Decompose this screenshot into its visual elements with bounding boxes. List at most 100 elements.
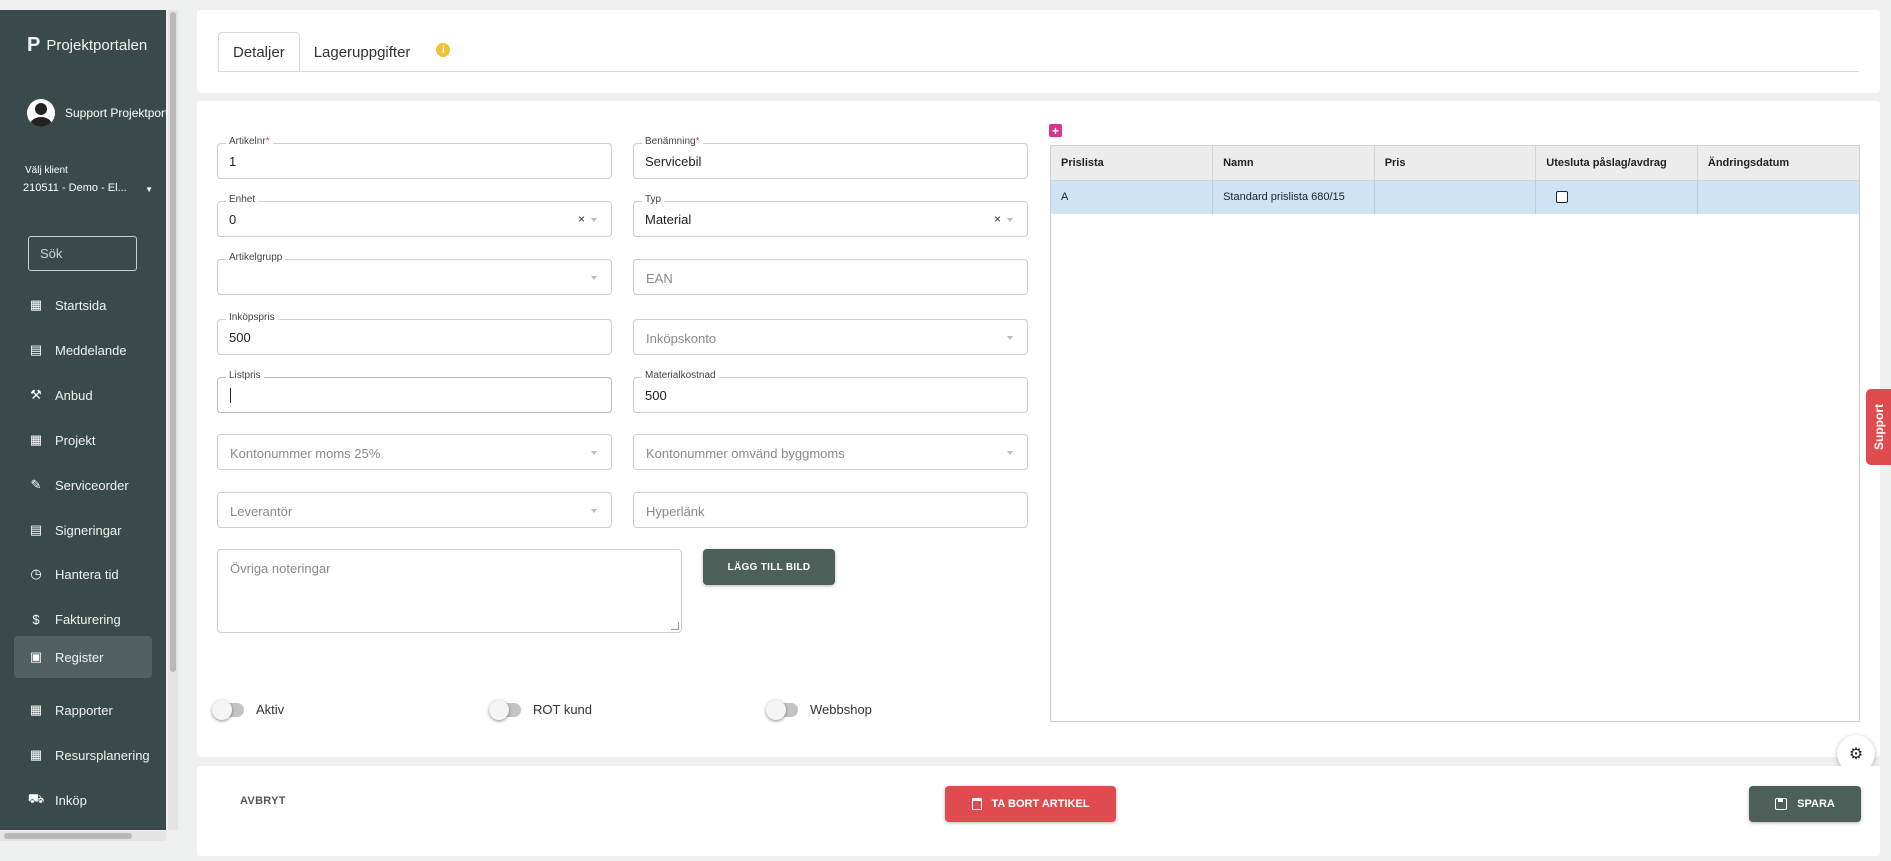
exclude-checkbox[interactable]	[1556, 191, 1569, 204]
purchase-price-field[interactable]: Inköpspris 500	[217, 312, 612, 355]
client-select-value: 210511 - Demo - El...	[23, 182, 127, 194]
add-image-button[interactable]: LÄGG TILL BILD	[703, 549, 835, 585]
active-toggle[interactable]: Aktiv	[212, 699, 284, 720]
tab-stock[interactable]: Lageruppgifter	[300, 32, 425, 72]
info-icon[interactable]: i	[436, 43, 451, 57]
article-group-select[interactable]: Artikelgrupp	[217, 252, 612, 295]
sidebar: P Projektportalen Support Projektportale…	[0, 10, 167, 830]
article-no-value: 1	[229, 154, 237, 169]
sidebar-item-label: Meddelande	[55, 342, 127, 358]
hyperlink-field[interactable]: Hyperlänk	[633, 492, 1028, 528]
chevron-down-icon[interactable]	[1007, 218, 1013, 222]
add-row-button[interactable]: +	[1049, 124, 1062, 137]
sidebar-item-label: Inköp	[55, 792, 87, 808]
sidebar-item-resursplanering[interactable]: ▦ Resursplanering	[14, 735, 152, 775]
project-icon: ▦	[29, 432, 43, 447]
purchase-account-select[interactable]: Inköpskonto	[633, 319, 1028, 355]
column-header-name[interactable]: Namn	[1212, 146, 1375, 181]
cell-price[interactable]	[1374, 180, 1537, 214]
search-input[interactable]: Sök	[28, 236, 137, 271]
chevron-down-icon[interactable]	[591, 509, 597, 513]
purchase-account-placeholder: Inköpskonto	[646, 331, 717, 346]
brand-logo[interactable]: P Projektportalen	[27, 35, 147, 55]
sidebar-item-serviceorder[interactable]: ✎ Serviceorder	[14, 465, 152, 505]
client-select[interactable]: 210511 - Demo - El... ▼	[23, 182, 153, 194]
price-list-grid: Prislista Namn Pris Utesluta påslag/avdr…	[1050, 145, 1860, 722]
clear-icon[interactable]: ×	[994, 212, 1001, 226]
column-header-price[interactable]: Pris	[1374, 146, 1537, 181]
reverse-vat-account-placeholder: Kontonummer omvänd byggmoms	[646, 446, 845, 461]
toggle-switch[interactable]	[489, 699, 521, 720]
sidebar-item-label: Serviceorder	[55, 477, 129, 493]
cell-name[interactable]: Standard prislista 680/15	[1212, 180, 1375, 214]
resize-handle-icon[interactable]	[671, 622, 679, 630]
brand-name: Projektportalen	[46, 36, 148, 54]
material-cost-value: 500	[645, 388, 667, 403]
sidebar-scrollbar[interactable]	[168, 10, 178, 830]
ean-placeholder: EAN	[646, 271, 673, 286]
cell-exclude[interactable]	[1535, 180, 1698, 214]
clear-icon[interactable]: ×	[578, 212, 585, 226]
toggle-switch[interactable]	[766, 699, 798, 720]
reverse-vat-account-select[interactable]: Kontonummer omvänd byggmoms	[633, 434, 1028, 470]
webshop-toggle[interactable]: Webbshop	[766, 699, 872, 720]
tab-details[interactable]: Detaljer	[218, 32, 300, 72]
chevron-down-icon[interactable]	[1007, 451, 1013, 455]
sidebar-item-inkop[interactable]: ⛟ Inköp	[14, 780, 152, 820]
support-label: Support	[1871, 404, 1886, 450]
vat-account-select[interactable]: Kontonummer moms 25%	[217, 434, 612, 470]
toggle-switch[interactable]	[212, 699, 244, 720]
chevron-down-icon[interactable]	[1007, 336, 1013, 340]
purchase-price-label: Inköpspris	[226, 312, 278, 323]
unit-label: Enhet	[226, 194, 259, 205]
sidebar-item-signeringar[interactable]: ▤ Signeringar	[14, 510, 152, 550]
table-row[interactable]: A Standard prislista 680/15	[1051, 180, 1859, 214]
chevron-down-icon[interactable]	[591, 218, 597, 222]
scrollbar-thumb[interactable]	[4, 833, 132, 839]
sidebar-item-label: Anbud	[55, 387, 93, 403]
ean-field[interactable]: EAN	[633, 259, 1028, 295]
save-button[interactable]: SPARA	[1749, 786, 1861, 822]
field-label: Benämning*	[642, 136, 703, 147]
user-profile[interactable]: Support Projektportalen	[27, 99, 167, 127]
type-select[interactable]: Typ Material ×	[633, 194, 1028, 237]
register-icon: ▣	[29, 649, 43, 664]
unit-select[interactable]: Enhet 0 ×	[217, 194, 612, 237]
list-price-field[interactable]: Listpris	[217, 370, 612, 413]
sidebar-item-label: Rapporter	[55, 702, 113, 718]
sidebar-item-register[interactable]: ▣ Register	[14, 636, 152, 678]
horizontal-scrollbar[interactable]	[0, 831, 166, 841]
required-marker: *	[265, 136, 270, 147]
sidebar-item-hantera-tid[interactable]: ◷ Hantera tid	[14, 554, 152, 594]
sidebar-item-meddelande[interactable]: ▤ Meddelande	[14, 330, 152, 370]
chevron-down-icon[interactable]	[591, 451, 597, 455]
save-icon	[1775, 798, 1788, 810]
delete-article-button[interactable]: TA BORT ARTIKEL	[945, 786, 1116, 822]
column-header-exclude[interactable]: Utesluta påslag/avdrag	[1535, 146, 1698, 181]
scrollbar-thumb[interactable]	[170, 12, 176, 672]
sidebar-item-fakturering[interactable]: $ Fakturering	[14, 599, 152, 639]
cancel-button[interactable]: AVBRYT	[240, 795, 286, 807]
sidebar-item-label: Hantera tid	[55, 566, 119, 582]
sidebar-item-startsida[interactable]: ▦ Startsida	[14, 285, 152, 325]
purchase-price-value: 500	[229, 330, 251, 345]
sidebar-item-anbud[interactable]: ⚒ Anbud	[14, 375, 152, 415]
calendar-icon: ▦	[29, 702, 43, 717]
hyperlink-placeholder: Hyperlänk	[646, 504, 705, 519]
material-cost-field[interactable]: Materialkostnad 500	[633, 370, 1028, 413]
material-cost-label: Materialkostnad	[642, 370, 719, 381]
cell-pricelist[interactable]: A	[1051, 180, 1214, 214]
column-header-changed[interactable]: Ändringsdatum	[1697, 146, 1859, 181]
supplier-select[interactable]: Leverantör	[217, 492, 612, 528]
sidebar-item-rapporter[interactable]: ▦ Rapporter	[14, 690, 152, 730]
save-label: SPARA	[1797, 798, 1835, 810]
name-field[interactable]: Benämning* Servicebil	[633, 136, 1028, 179]
chevron-down-icon[interactable]	[591, 276, 597, 280]
sidebar-item-projekt[interactable]: ▦ Projekt	[14, 420, 152, 460]
cell-changed[interactable]	[1697, 180, 1859, 214]
column-header-pricelist[interactable]: Prislista	[1051, 146, 1214, 181]
support-tab[interactable]: Support	[1866, 389, 1891, 465]
article-no-field[interactable]: Artikelnr* 1	[217, 136, 612, 179]
rot-toggle[interactable]: ROT kund	[489, 699, 592, 720]
notes-textarea[interactable]: Övriga noteringar	[217, 549, 682, 633]
